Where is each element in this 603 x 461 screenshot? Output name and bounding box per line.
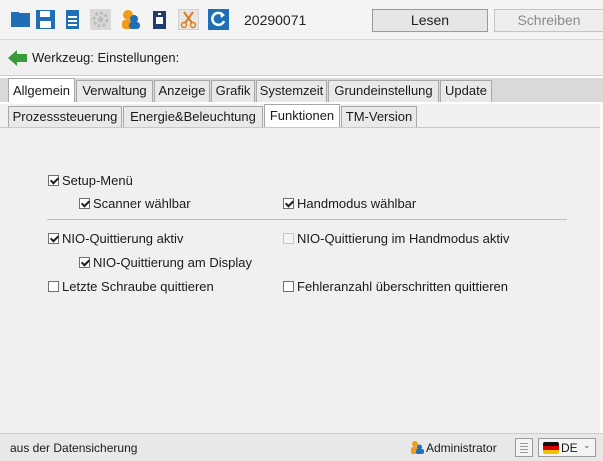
save-icon[interactable] [35, 9, 56, 30]
status-bar: aus der Datensicherung Administrator DE … [0, 433, 603, 461]
flag-germany-icon [543, 442, 559, 454]
checkbox-label: NIO-Quittierung aktiv [62, 231, 184, 246]
user-icon [411, 441, 424, 454]
tab-update[interactable]: Update [440, 80, 492, 102]
checkbox-box[interactable] [48, 233, 59, 244]
tab-energie-beleuchtung[interactable]: Energie&Beleuchtung [123, 106, 263, 127]
sub-tab-bar: Prozesssteuerung Energie&Beleuchtung Fun… [0, 104, 603, 127]
chevron-down-icon: ⌄ [583, 440, 591, 450]
checkbox-box[interactable] [48, 175, 59, 186]
tab-tm-version[interactable]: TM-Version [341, 106, 417, 127]
print-icon[interactable] [62, 9, 83, 30]
tab-anzeige[interactable]: Anzeige [154, 80, 210, 102]
checkbox-box[interactable] [283, 198, 294, 209]
checkbox-label: Scanner wählbar [93, 196, 191, 211]
tab-grundeinstellung[interactable]: Grundeinstellung [328, 80, 439, 102]
tab-systemzeit[interactable]: Systemzeit [256, 80, 327, 102]
toolbar: 20290071 Lesen Schreiben [0, 0, 603, 40]
folder-icon[interactable] [10, 9, 31, 30]
user-name: Administrator [426, 441, 497, 455]
tab-verwaltung[interactable]: Verwaltung [76, 80, 153, 102]
document-icon[interactable] [515, 438, 533, 457]
language-code: DE [561, 441, 578, 455]
cut-icon[interactable] [178, 9, 199, 30]
checkbox-label: NIO-Quittierung im Handmodus aktiv [297, 231, 510, 246]
tab-funktionen[interactable]: Funktionen [264, 104, 340, 127]
divider [47, 219, 567, 220]
checkbox-label: Setup-Menü [62, 173, 133, 188]
back-arrow-icon[interactable] [8, 48, 28, 68]
checkbox-label: Fehleranzahl überschritten quittieren [297, 279, 509, 294]
date-display: 20290071 [244, 12, 307, 28]
tab-grafik[interactable]: Grafik [211, 80, 255, 102]
checkbox-label: Handmodus wählbar [297, 196, 417, 211]
tab-prozesssteuerung[interactable]: Prozesssteuerung [8, 106, 122, 127]
checkbox-box[interactable] [79, 257, 90, 268]
trash-icon[interactable] [149, 9, 170, 30]
refresh-icon[interactable] [208, 9, 229, 30]
page-header: Werkzeug: Einstellungen: [0, 40, 603, 76]
main-tab-bar: Allgemein Verwaltung Anzeige Grafik Syst… [0, 78, 603, 102]
gear-icon[interactable] [90, 9, 111, 30]
user-icon[interactable] [120, 9, 141, 30]
status-text: aus der Datensicherung [10, 441, 138, 455]
checkbox-box[interactable] [283, 233, 294, 244]
tab-allgemein[interactable]: Allgemein [8, 78, 75, 102]
checkbox-box[interactable] [79, 198, 90, 209]
checkbox-box[interactable] [283, 281, 294, 292]
read-button[interactable]: Lesen [372, 9, 488, 32]
write-button[interactable]: Schreiben [494, 9, 603, 32]
page-title: Werkzeug: Einstellungen: [32, 50, 180, 65]
checkbox-label: NIO-Quittierung am Display [93, 255, 252, 270]
settings-panel: Setup-Menü Scanner wählbar Handmodus wäh… [0, 127, 600, 433]
checkbox-box[interactable] [48, 281, 59, 292]
checkbox-label: Letzte Schraube quittieren [62, 279, 214, 294]
language-select[interactable]: DE ⌄ [538, 438, 596, 457]
